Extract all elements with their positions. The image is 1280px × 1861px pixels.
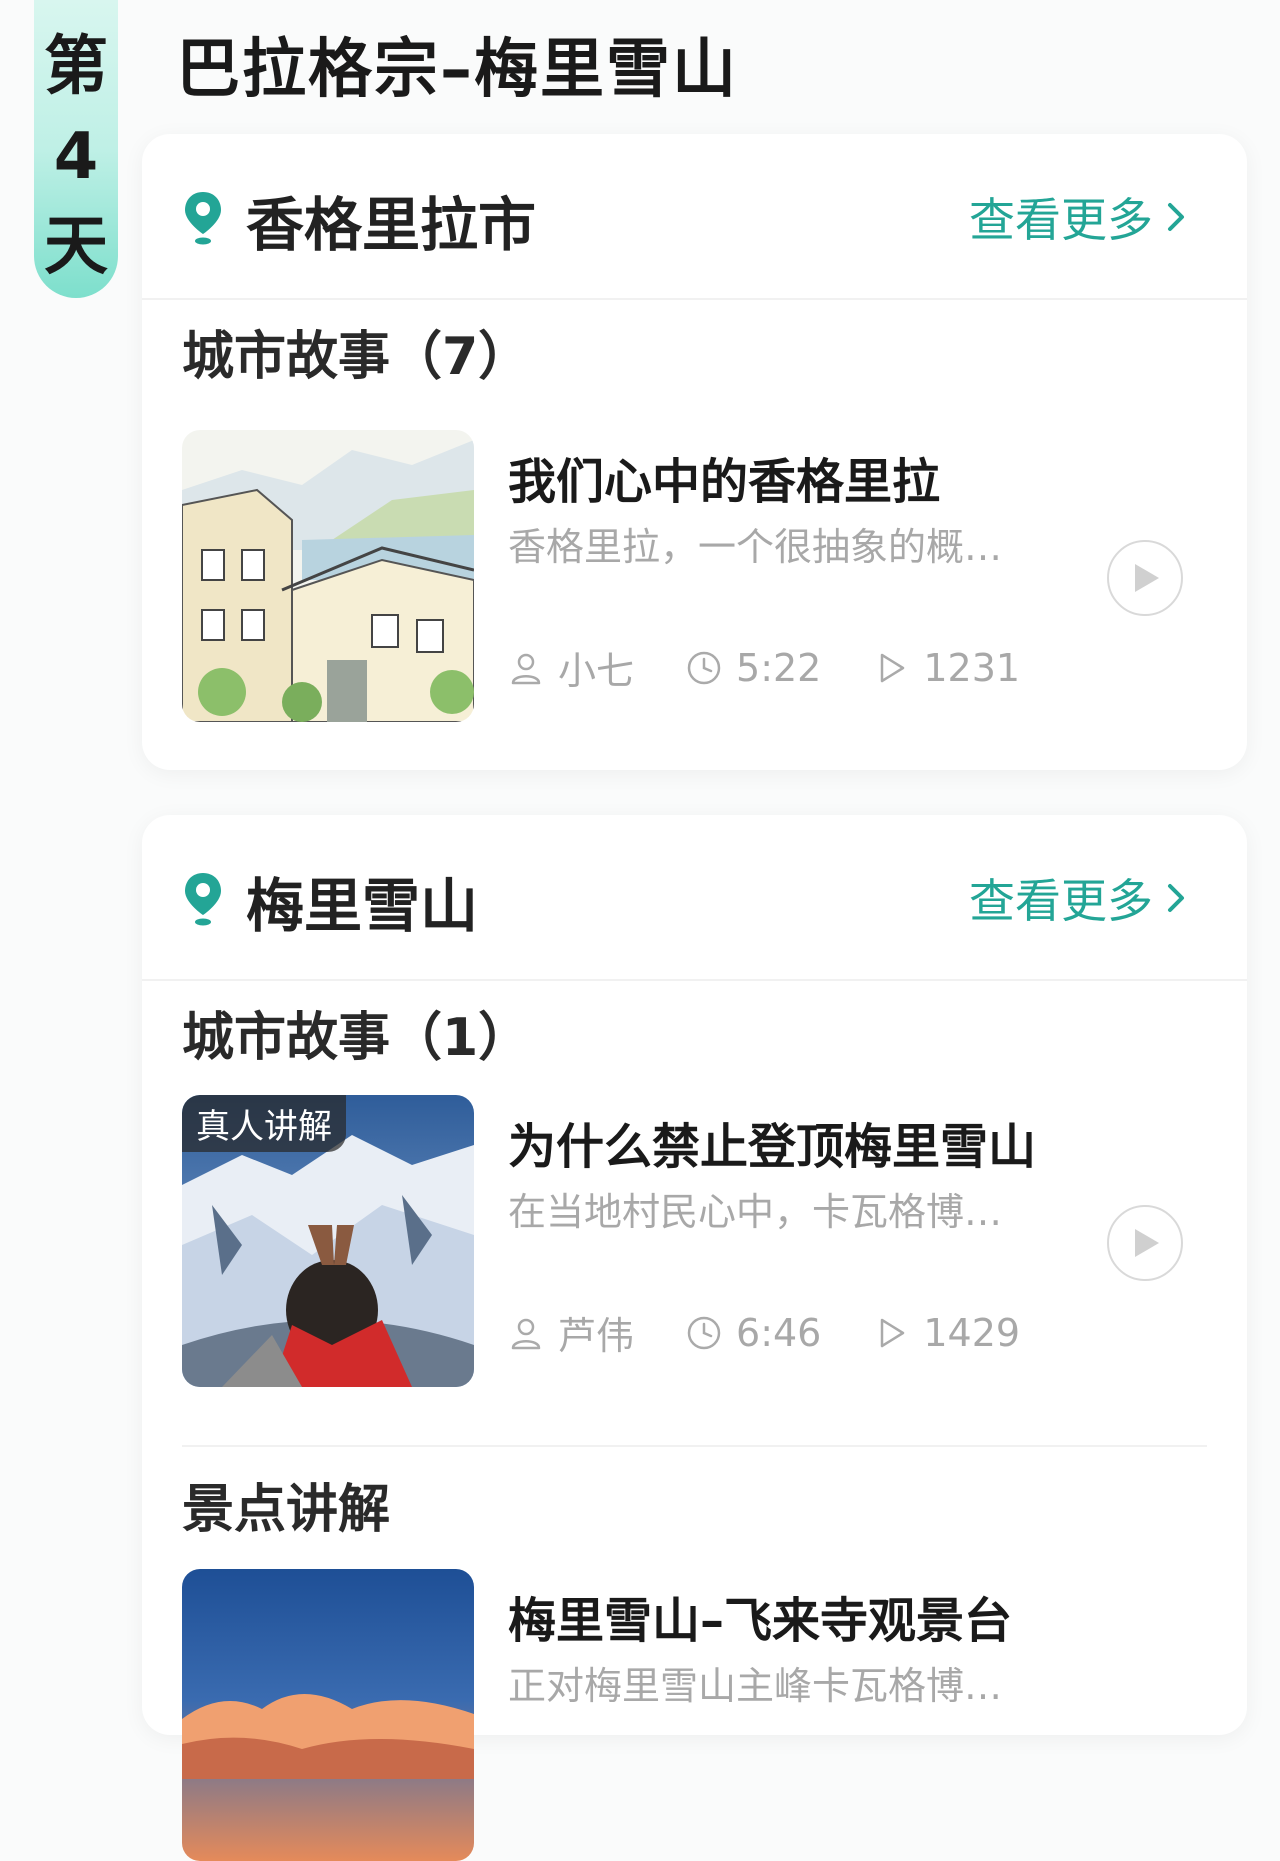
divider: [182, 1445, 1207, 1447]
story-title: 为什么禁止登顶梅里雪山: [508, 1119, 1037, 1175]
clock-icon: [687, 651, 721, 684]
story-meta: 小七 5:22 1231: [508, 640, 1072, 695]
city-name: 梅里雪山: [246, 872, 479, 940]
story-item[interactable]: 我们心中的香格里拉 香格里拉，一个很抽象的概… 小七 5:22 1231: [182, 430, 1207, 722]
story-author: 芦伟: [558, 1314, 635, 1358]
play-count-icon: [881, 653, 905, 682]
section-title-city-stories: 城市故事（7）: [182, 327, 531, 387]
day-badge: 第 4 天: [34, 0, 118, 298]
chevron-right-icon: [1168, 203, 1184, 231]
section-title-spot-guides: 景点讲解: [182, 1480, 391, 1540]
spot-description: 正对梅里雪山主峰卡瓦格博…: [508, 1664, 1003, 1708]
chevron-right-icon: [1168, 884, 1184, 912]
story-duration: 6:46: [736, 1310, 822, 1355]
story-item[interactable]: 真人讲解 为什么禁止登顶梅里雪山 在当地村民心中，卡瓦格博… 芦伟 6:46 1…: [182, 1095, 1207, 1387]
story-thumbnail: 真人讲解: [182, 1095, 474, 1387]
day-number: 4: [53, 120, 99, 194]
spot-item[interactable]: 梅里雪山–飞来寺观景台 正对梅里雪山主峰卡瓦格博…: [182, 1569, 1207, 1861]
story-thumbnail: [182, 430, 474, 722]
story-duration: 5:22: [736, 645, 822, 690]
live-guide-tag: 真人讲解: [182, 1095, 346, 1152]
story-plays: 1429: [923, 1310, 1021, 1355]
page-title: 巴拉格宗–梅里雪山: [176, 33, 738, 107]
play-icon: [1135, 1229, 1159, 1257]
user-icon: [511, 1318, 541, 1349]
story-description: 香格里拉，一个很抽象的概…: [508, 525, 1003, 569]
story-meta: 芦伟 6:46 1429: [508, 1305, 1072, 1360]
play-button[interactable]: [1107, 540, 1183, 616]
view-more-link[interactable]: 查看更多: [969, 184, 1191, 250]
spot-title: 梅里雪山–飞来寺观景台: [508, 1593, 1013, 1649]
view-more-label: 查看更多: [969, 874, 1153, 928]
city-card-shangri-la: 香格里拉市 查看更多 城市故事（7） 我们心中的香格里拉 香格里拉，一个很抽象的…: [142, 134, 1247, 770]
user-icon: [511, 653, 541, 684]
view-more-link[interactable]: 查看更多: [969, 865, 1191, 931]
location-pin-icon: [185, 873, 221, 926]
city-card-meili-snow-mountain: 梅里雪山 查看更多 城市故事（1） 真人讲解 为什么禁止登顶梅里雪山 在当地村民…: [142, 815, 1247, 1861]
card-header: 梅里雪山 查看更多: [142, 815, 1247, 981]
section-title-city-stories: 城市故事（1）: [182, 1008, 531, 1068]
card-header: 香格里拉市 查看更多: [142, 134, 1247, 300]
play-count-icon: [881, 1318, 905, 1347]
location-pin-icon: [185, 192, 221, 245]
day-prefix: 第: [44, 30, 108, 104]
story-plays: 1231: [923, 645, 1021, 690]
story-description: 在当地村民心中，卡瓦格博…: [508, 1190, 1003, 1234]
play-button[interactable]: [1107, 1205, 1183, 1281]
sketch-town-illustration-icon: [182, 430, 474, 722]
city-name: 香格里拉市: [246, 191, 537, 259]
play-icon: [1135, 564, 1159, 592]
view-more-label: 查看更多: [969, 193, 1153, 247]
clock-icon: [687, 1316, 721, 1349]
day-suffix: 天: [44, 210, 108, 284]
story-title: 我们心中的香格里拉: [508, 454, 941, 510]
story-author: 小七: [558, 649, 635, 693]
spot-thumbnail: [182, 1569, 474, 1861]
sunset-clouds-photo-icon: [182, 1569, 474, 1861]
